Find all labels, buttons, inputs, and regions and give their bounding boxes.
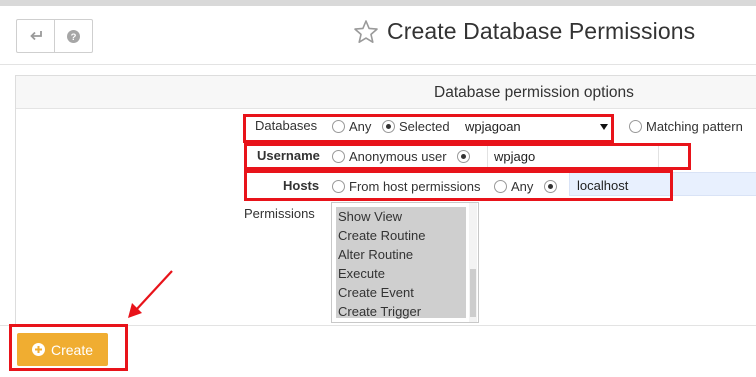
svg-text:?: ?: [71, 32, 77, 43]
panel-heading: Database permission options: [434, 84, 634, 101]
top-bar: [0, 0, 756, 6]
permission-option[interactable]: Create Trigger: [336, 302, 466, 321]
toolbar: ?: [16, 19, 93, 53]
header-divider: [0, 64, 756, 65]
databases-matching-radio[interactable]: [629, 120, 642, 133]
help-button[interactable]: ?: [54, 20, 92, 52]
permission-option[interactable]: Show View: [336, 207, 466, 226]
permissions-label: Permissions: [244, 206, 315, 221]
databases-matching-label: Matching pattern: [646, 119, 743, 134]
permissions-listbox[interactable]: Show View Create Routine Alter Routine E…: [331, 202, 479, 323]
permissions-scrollbar[interactable]: [469, 203, 477, 322]
permissions-selected-area: Show View Create Routine Alter Routine E…: [336, 207, 466, 321]
highlight-create: [9, 324, 128, 371]
page-title-row: Create Database Permissions: [353, 18, 695, 45]
back-button[interactable]: [17, 20, 54, 52]
highlight-username: [244, 143, 691, 170]
permission-option[interactable]: Alter Routine: [336, 245, 466, 264]
back-arrow-icon: [29, 31, 42, 41]
permission-option[interactable]: Execute: [336, 264, 466, 283]
highlight-hosts: [244, 170, 673, 201]
permission-option[interactable]: Create Event: [336, 283, 466, 302]
permissions-scroll-thumb[interactable]: [470, 269, 476, 317]
star-outline-icon[interactable]: [353, 19, 379, 45]
help-icon: ?: [67, 29, 80, 43]
highlight-databases: [243, 114, 614, 143]
panel-header: Database permission options: [16, 76, 756, 109]
page-title: Create Database Permissions: [387, 18, 696, 44]
permission-option[interactable]: Create Routine: [336, 226, 466, 245]
